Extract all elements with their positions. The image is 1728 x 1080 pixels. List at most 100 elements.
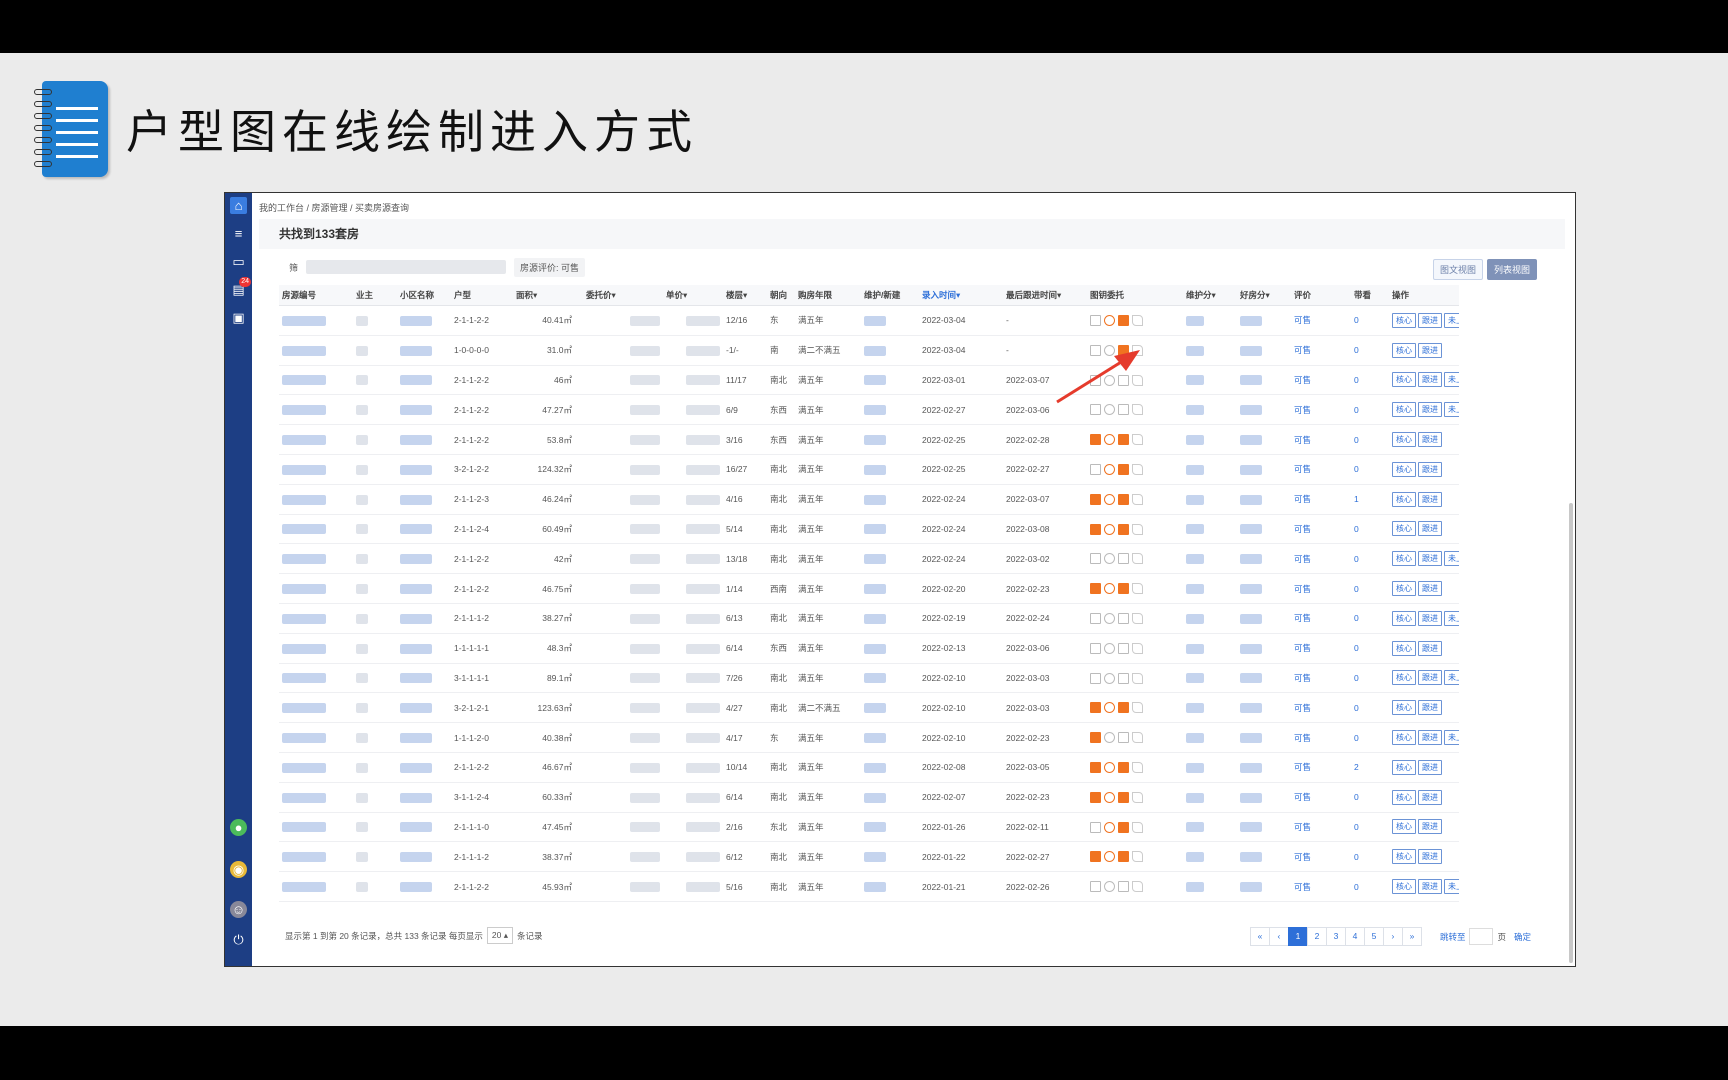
camera-icon[interactable] [1090, 553, 1101, 565]
key-icon[interactable] [1104, 791, 1115, 803]
viewing-count[interactable]: 0 [1354, 882, 1359, 892]
evaluation-link[interactable]: 可售 [1294, 554, 1311, 564]
camera-icon[interactable] [1090, 344, 1101, 356]
draw-icon[interactable] [1132, 642, 1143, 654]
evaluation-link[interactable]: 可售 [1294, 435, 1311, 445]
viewing-count[interactable]: 0 [1354, 584, 1359, 594]
evaluation-link[interactable]: 可售 [1294, 822, 1311, 832]
floorplan-icon[interactable] [1118, 761, 1129, 773]
column-header[interactable]: 最后跟进时间▾ [1003, 285, 1087, 306]
core-button[interactable]: 核心 [1392, 312, 1416, 328]
draw-icon[interactable] [1132, 881, 1143, 893]
core-button[interactable]: 核心 [1392, 521, 1416, 537]
floorplan-icon[interactable] [1118, 881, 1129, 893]
viewing-count[interactable]: 0 [1354, 554, 1359, 564]
draw-icon[interactable] [1132, 315, 1143, 327]
viewing-count[interactable]: 0 [1354, 375, 1359, 385]
draw-icon[interactable] [1132, 523, 1143, 535]
core-button[interactable]: 核心 [1392, 640, 1416, 656]
table-row[interactable]: 2-1-1-2-3 46.24㎡ 4/16 南北 满五年 2022-02-24 2022-0… [279, 484, 1459, 515]
unlisted-button[interactable]: 未上架 [1444, 879, 1459, 895]
core-button[interactable]: 核心 [1392, 342, 1416, 358]
draw-icon[interactable] [1132, 493, 1143, 505]
viewing-count[interactable]: 2 [1354, 762, 1359, 772]
follow-button[interactable]: 跟进 [1418, 789, 1442, 805]
page-button[interactable]: 2 [1306, 927, 1327, 946]
table-row[interactable]: 2-1-1-1-2 38.27㎡ 6/13 南北 满五年 2022-02-19 2022-0… [279, 603, 1459, 634]
page-button[interactable]: 1 [1287, 927, 1308, 946]
home-logo-icon[interactable]: ⌂ [230, 197, 247, 214]
evaluation-link[interactable]: 可售 [1294, 345, 1311, 355]
core-button[interactable]: 核心 [1392, 461, 1416, 477]
floorplan-icon[interactable] [1118, 553, 1129, 565]
follow-button[interactable]: 跟进 [1418, 432, 1442, 448]
draw-icon[interactable] [1132, 612, 1143, 624]
table-row[interactable]: 1-0-0-0-0 31.0㎡ -1/- 南满二不满五 2022-03-04- 可售 0 核心… [279, 335, 1459, 366]
viewing-count[interactable]: 0 [1354, 464, 1359, 474]
monitor-icon[interactable]: ▣ [230, 309, 247, 326]
camera-icon[interactable] [1090, 761, 1101, 773]
camera-icon[interactable] [1090, 404, 1101, 416]
table-row[interactable]: 3-2-1-2-1 123.63㎡ 4/27 南北 满二不满五 2022-02-10 202… [279, 692, 1459, 724]
core-button[interactable]: 核心 [1392, 789, 1416, 805]
follow-button[interactable]: 跟进 [1418, 610, 1442, 626]
floorplan-icon[interactable] [1118, 821, 1129, 833]
evaluation-link[interactable]: 可售 [1294, 673, 1311, 683]
scrollbar[interactable] [1569, 503, 1573, 963]
table-row[interactable]: 2-1-1-1-2 38.37㎡ 6/12 南北 满五年 2022-01-22 2022-0… [279, 841, 1459, 873]
evaluation-link[interactable]: 可售 [1294, 733, 1311, 743]
draw-icon[interactable] [1132, 583, 1143, 595]
camera-icon[interactable] [1090, 315, 1101, 327]
draw-icon[interactable] [1132, 672, 1143, 684]
draw-icon[interactable] [1132, 404, 1143, 416]
draw-icon[interactable] [1132, 761, 1143, 773]
viewing-count[interactable]: 0 [1354, 524, 1359, 534]
table-row[interactable]: 2-1-1-2-2 47.27㎡ 6/9 东西 满五年 2022-02-27 2022-03… [279, 394, 1459, 426]
table-row[interactable]: 1-1-1-2-0 40.38㎡ 4/17 东满五年 2022-02-10 2022-02… [279, 722, 1459, 753]
core-button[interactable]: 核心 [1392, 730, 1416, 746]
floorplan-icon[interactable] [1118, 672, 1129, 684]
floorplan-icon[interactable] [1118, 493, 1129, 505]
core-button[interactable]: 核心 [1392, 700, 1416, 716]
draw-icon[interactable] [1132, 702, 1143, 714]
menu-icon[interactable]: ≡ [230, 225, 247, 242]
table-row[interactable]: 3-1-1-1-1 89.1㎡ 7/26 南北 满五年 2022-02-10 2022-03… [279, 663, 1459, 694]
key-icon[interactable] [1104, 523, 1115, 535]
unlisted-button[interactable]: 未上架 [1444, 610, 1459, 626]
column-header[interactable]: 好房分▾ [1237, 285, 1291, 306]
column-header[interactable]: 面积▾ [513, 285, 583, 306]
follow-button[interactable]: 跟进 [1418, 551, 1442, 567]
floorplan-icon[interactable] [1118, 612, 1129, 624]
table-row[interactable]: 2-1-1-2-2 46.67㎡ 10/14 南北 满五年 2022-02-08 2022-… [279, 752, 1459, 783]
floorplan-icon[interactable] [1118, 315, 1129, 327]
follow-button[interactable]: 跟进 [1418, 372, 1442, 388]
message-icon[interactable]: ▭ [230, 253, 247, 270]
follow-button[interactable]: 跟进 [1418, 312, 1442, 328]
key-icon[interactable] [1104, 642, 1115, 654]
camera-icon[interactable] [1090, 523, 1101, 535]
table-row[interactable]: 2-1-1-2-4 60.49㎡ 5/14 南北 满五年 2022-02-24 2022-0… [279, 514, 1459, 545]
key-icon[interactable] [1104, 374, 1115, 386]
draw-icon[interactable] [1132, 851, 1143, 863]
viewing-count[interactable]: 0 [1354, 315, 1359, 325]
camera-icon[interactable] [1090, 791, 1101, 803]
notification-icon[interactable]: ▤ 24 [230, 277, 251, 298]
page-size-select[interactable]: 20 ▴ [486, 927, 513, 944]
draw-icon[interactable] [1132, 553, 1143, 565]
table-row[interactable]: 2-1-1-1-0 47.45㎡ 2/16 东北 满五年 2022-01-26 2022-0… [279, 812, 1459, 843]
power-icon[interactable]: ⏻ [230, 931, 247, 948]
viewing-count[interactable]: 0 [1354, 613, 1359, 623]
draw-icon[interactable] [1132, 791, 1143, 803]
draw-icon[interactable] [1132, 464, 1143, 475]
unlisted-button[interactable]: 未上架 [1444, 402, 1459, 418]
key-icon[interactable] [1104, 464, 1115, 475]
follow-button[interactable]: 跟进 [1418, 759, 1442, 775]
viewing-count[interactable]: 0 [1354, 643, 1359, 653]
unlisted-button[interactable]: 未上架 [1444, 730, 1459, 746]
confirm-button[interactable]: 确定 [1514, 931, 1531, 943]
floorplan-icon[interactable] [1118, 583, 1129, 595]
viewing-count[interactable]: 0 [1354, 852, 1359, 862]
viewing-count[interactable]: 0 [1354, 703, 1359, 713]
core-button[interactable]: 核心 [1392, 879, 1416, 895]
evaluation-link[interactable]: 可售 [1294, 464, 1311, 474]
